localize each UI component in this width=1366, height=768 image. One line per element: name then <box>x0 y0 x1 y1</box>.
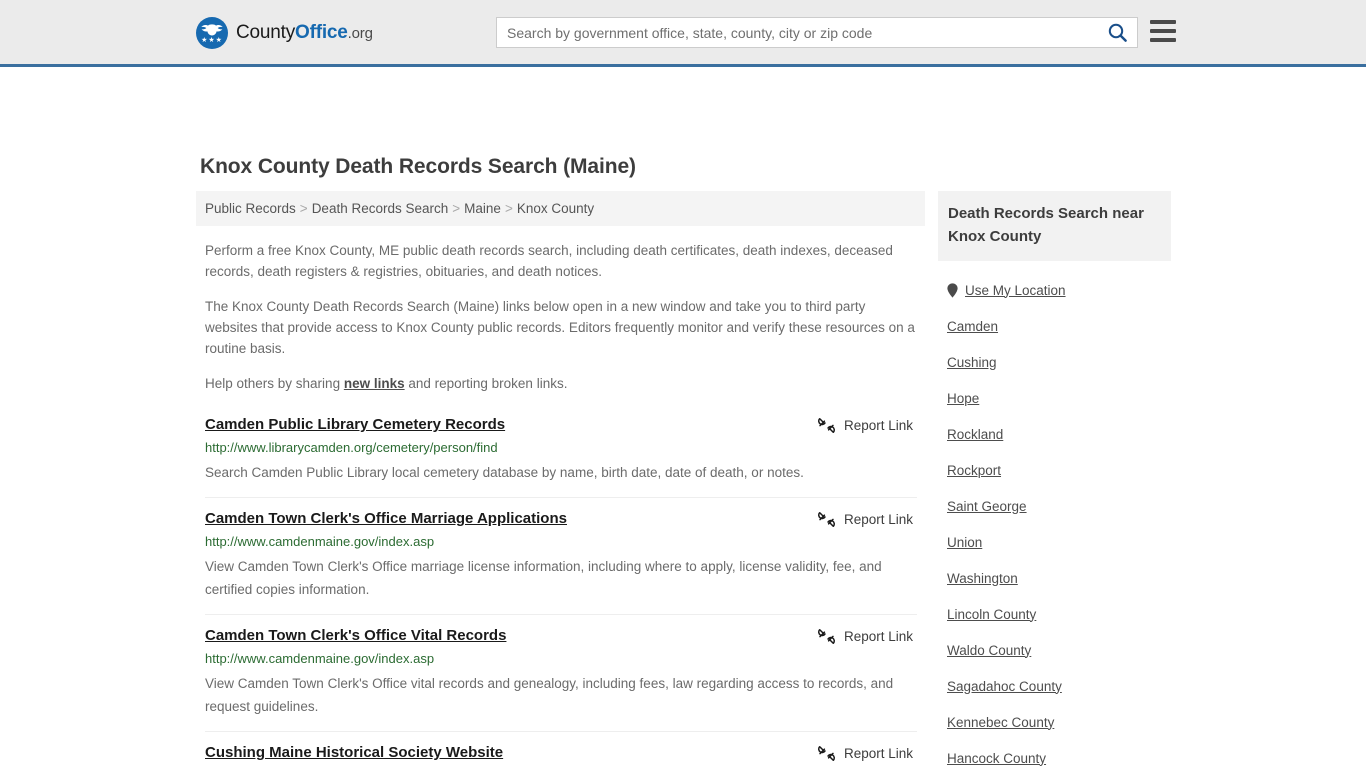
report-link-label: Report Link <box>843 629 913 644</box>
result-url-link[interactable]: http://www.camdenmaine.gov/index.asp <box>205 534 917 550</box>
page-title: Knox County Death Records Search (Maine) <box>200 155 636 178</box>
intro-paragraph-3: Help others by sharing new links and rep… <box>205 373 917 394</box>
sidebar-item-label[interactable]: Cushing <box>947 355 997 370</box>
sidebar-item-label[interactable]: Camden <box>947 319 998 334</box>
result-title-link[interactable]: Cushing Maine Historical Society Website <box>205 744 503 762</box>
sidebar-item-camden[interactable]: Camden <box>947 308 1171 344</box>
sidebar-item-hope[interactable]: Hope <box>947 380 1171 416</box>
report-link-label: Report Link <box>843 512 913 527</box>
sidebar-item-washington[interactable]: Washington <box>947 560 1171 596</box>
hamburger-bar <box>1150 38 1176 42</box>
result-description: View Camden Town Clerk's Office vital re… <box>205 676 894 714</box>
broken-link-icon <box>817 746 835 761</box>
result-item: Camden Public Library Cemetery Records Re… <box>205 402 917 497</box>
result-header: Camden Town Clerk's Office Marriage Appl… <box>205 510 917 528</box>
sidebar-item-cushing[interactable]: Cushing <box>947 344 1171 380</box>
report-link-button[interactable]: Report Link <box>817 745 917 762</box>
result-header: Camden Town Clerk's Office Vital Records… <box>205 627 917 645</box>
result-header: Cushing Maine Historical Society Website… <box>205 744 917 762</box>
search-bar[interactable] <box>496 17 1138 48</box>
results-list: Camden Public Library Cemetery Records Re… <box>196 402 925 768</box>
eagle-shield-icon: ★★★ <box>196 17 228 49</box>
broken-link-icon <box>817 629 835 644</box>
logo-text: CountyOffice.org <box>236 22 373 44</box>
logo-text-tld: .org <box>347 25 373 42</box>
intro-paragraph-1: Perform a free Knox County, ME public de… <box>205 243 893 279</box>
result-url-link[interactable]: http://www.camdenmaine.gov/index.asp <box>205 651 917 667</box>
logo-text-bold: Office <box>295 22 348 43</box>
result-item: Cushing Maine Historical Society Website… <box>205 731 917 768</box>
search-icon <box>1108 23 1127 42</box>
sidebar-item-hancock-county[interactable]: Hancock County <box>947 740 1171 768</box>
breadcrumb-item-death-records-search[interactable]: Death Records Search <box>312 201 449 216</box>
sidebar-item-label[interactable]: Kennebec County <box>947 715 1054 730</box>
site-header: ★★★ CountyOffice.org <box>0 0 1366 67</box>
intro-p3-before: Help others by sharing <box>205 376 344 391</box>
sidebar-item-label[interactable]: Rockport <box>947 463 1001 478</box>
sidebar-item-label[interactable]: Hope <box>947 391 979 406</box>
result-description: Search Camden Public Library local cemet… <box>205 465 804 480</box>
main-content: Public Records > Death Records Search > Main… <box>196 191 925 768</box>
sidebar-item-rockland[interactable]: Rockland <box>947 416 1171 452</box>
breadcrumb: Public Records > Death Records Search > Main… <box>196 191 925 226</box>
sidebar-item-waldo-county[interactable]: Waldo County <box>947 632 1171 668</box>
sidebar-item-label[interactable]: Hancock County <box>947 751 1046 766</box>
sidebar-item-kennebec-county[interactable]: Kennebec County <box>947 704 1171 740</box>
hamburger-bar <box>1150 20 1176 24</box>
result-title-link[interactable]: Camden Public Library Cemetery Records <box>205 416 505 434</box>
report-link-label: Report Link <box>843 418 913 433</box>
sidebar-item-label[interactable]: Lincoln County <box>947 607 1036 622</box>
intro-text: Perform a free Knox County, ME public de… <box>196 226 925 394</box>
report-link-button[interactable]: Report Link <box>817 628 917 645</box>
breadcrumb-item-public-records[interactable]: Public Records <box>205 201 296 216</box>
result-item: Camden Town Clerk's Office Vital Records… <box>205 614 917 731</box>
sidebar-item-label[interactable]: Sagadahoc County <box>947 679 1062 694</box>
map-pin-icon <box>947 282 958 298</box>
sidebar-item-label[interactable]: Union <box>947 535 982 550</box>
sidebar-links-list: Use My Location Camden Cushing Hope Rockland… <box>938 272 1171 768</box>
logo-text-prefix: County <box>236 22 296 43</box>
sidebar: Death Records Search near Knox County Us… <box>938 191 1171 768</box>
breadcrumb-separator: > <box>504 201 513 216</box>
sidebar-item-sagadahoc-county[interactable]: Sagadahoc County <box>947 668 1171 704</box>
search-button[interactable] <box>1097 18 1137 47</box>
hamburger-bar <box>1150 29 1176 33</box>
report-link-button[interactable]: Report Link <box>817 511 917 528</box>
breadcrumb-item-knox-county[interactable]: Knox County <box>517 201 594 216</box>
sidebar-item-rockport[interactable]: Rockport <box>947 452 1171 488</box>
intro-p3-after: and reporting broken links. <box>404 376 568 391</box>
sidebar-heading: Death Records Search near Knox County <box>938 191 1171 261</box>
breadcrumb-separator: > <box>452 201 461 216</box>
result-header: Camden Public Library Cemetery Records Re… <box>205 416 917 434</box>
sidebar-item-label[interactable]: Waldo County <box>947 643 1031 658</box>
new-links-link[interactable]: new links <box>344 376 405 391</box>
sidebar-item-lincoln-county[interactable]: Lincoln County <box>947 596 1171 632</box>
sidebar-item-label[interactable]: Washington <box>947 571 1018 586</box>
sidebar-item-label[interactable]: Saint George <box>947 499 1027 514</box>
intro-paragraph-2: The Knox County Death Records Search (Ma… <box>205 299 915 356</box>
site-logo[interactable]: ★★★ CountyOffice.org <box>196 17 373 49</box>
broken-link-icon <box>817 512 835 527</box>
breadcrumb-separator: > <box>299 201 308 216</box>
broken-link-icon <box>817 418 835 433</box>
sidebar-item-use-my-location[interactable]: Use My Location <box>947 272 1171 308</box>
sidebar-item-union[interactable]: Union <box>947 524 1171 560</box>
sidebar-item-label[interactable]: Rockland <box>947 427 1003 442</box>
result-title-link[interactable]: Camden Town Clerk's Office Vital Records <box>205 627 506 645</box>
search-input[interactable] <box>497 18 1097 47</box>
report-link-label: Report Link <box>843 746 913 761</box>
result-description: View Camden Town Clerk's Office marriage… <box>205 559 882 597</box>
sidebar-item-label[interactable]: Use My Location <box>965 283 1066 298</box>
result-url-link[interactable]: http://www.librarycamden.org/cemetery/pe… <box>205 440 917 456</box>
hamburger-menu-icon[interactable] <box>1150 20 1176 42</box>
result-title-link[interactable]: Camden Town Clerk's Office Marriage Appl… <box>205 510 567 528</box>
sidebar-item-saint-george[interactable]: Saint George <box>947 488 1171 524</box>
breadcrumb-item-maine[interactable]: Maine <box>464 201 501 216</box>
stars-icon: ★★★ <box>201 37 223 44</box>
report-link-button[interactable]: Report Link <box>817 417 917 434</box>
result-item: Camden Town Clerk's Office Marriage Appl… <box>205 497 917 614</box>
